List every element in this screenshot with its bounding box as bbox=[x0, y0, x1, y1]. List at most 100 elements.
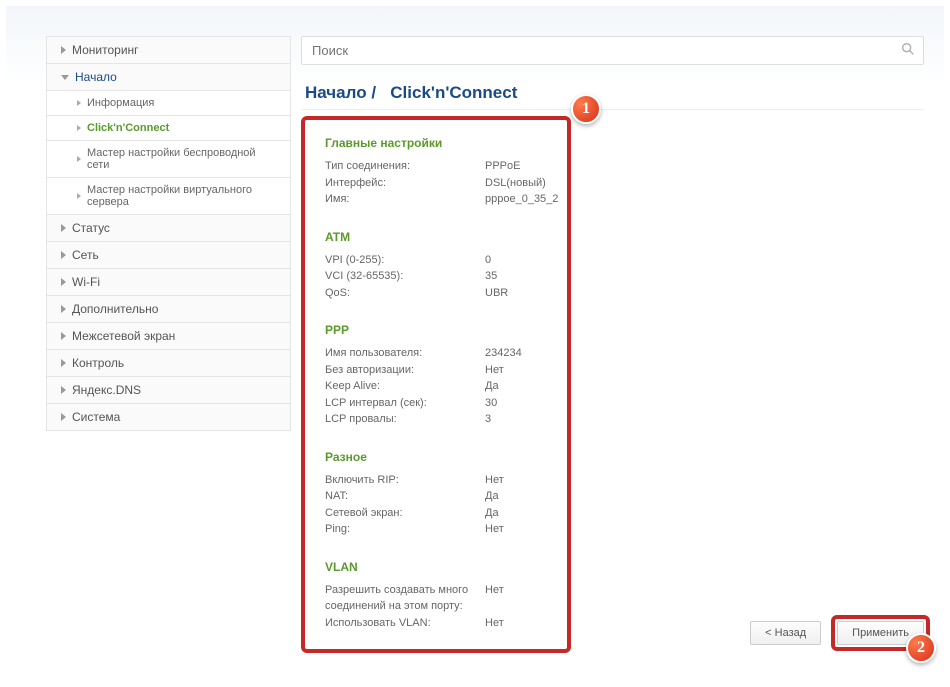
chevron-right-icon bbox=[77, 156, 81, 162]
sidebar-item-label: Сеть bbox=[72, 248, 99, 262]
kv-value: Нет bbox=[485, 472, 547, 489]
kv-value: 35 bbox=[485, 268, 547, 285]
kv-key: VPI (0-255): bbox=[325, 252, 485, 269]
chevron-right-icon bbox=[77, 100, 81, 106]
kv-key: Сетевой экран: bbox=[325, 505, 485, 522]
main-content: Начало / Click'n'Connect Главные настрой… bbox=[301, 36, 924, 653]
kv-key: Keep Alive: bbox=[325, 378, 485, 395]
chevron-right-icon bbox=[77, 125, 81, 131]
kv-row: Сетевой экран:Да bbox=[325, 505, 547, 522]
breadcrumb-root[interactable]: Начало bbox=[305, 83, 367, 102]
kv-row: Интерфейс:DSL(новый) bbox=[325, 175, 547, 192]
chevron-right-icon bbox=[61, 386, 66, 394]
section-vlan: VLAN Разрешить создавать много соединени… bbox=[325, 560, 547, 632]
kv-row: LCP провалы:3 bbox=[325, 411, 547, 428]
sidebar-sub-wireless-wizard[interactable]: Мастер настройки беспроводной сети bbox=[46, 141, 291, 178]
section-misc: Разное Включить RIP:Нет NAT:Да Сетевой э… bbox=[325, 450, 547, 538]
section-title: ATM bbox=[325, 230, 547, 244]
sidebar-item-wifi[interactable]: Wi-Fi bbox=[46, 269, 291, 296]
sidebar-item-label: Дополнительно bbox=[72, 302, 158, 316]
kv-value: Нет bbox=[485, 582, 547, 615]
sidebar-item-network[interactable]: Сеть bbox=[46, 242, 291, 269]
kv-value: Да bbox=[485, 488, 547, 505]
sidebar-item-firewall[interactable]: Межсетевой экран bbox=[46, 323, 291, 350]
annotation-badge-1: 1 bbox=[571, 94, 601, 124]
sidebar-item-label: Система bbox=[72, 410, 120, 424]
sidebar-item-label: Статус bbox=[72, 221, 110, 235]
sidebar-item-start[interactable]: Начало bbox=[46, 64, 291, 91]
kv-value: DSL(новый) bbox=[485, 175, 547, 192]
sidebar-item-label: Wi-Fi bbox=[72, 275, 100, 289]
search-input[interactable] bbox=[301, 36, 924, 65]
sidebar-item-system[interactable]: Система bbox=[46, 404, 291, 431]
sidebar-item-yandexdns[interactable]: Яндекс.DNS bbox=[46, 377, 291, 404]
divider bbox=[301, 109, 924, 110]
kv-key: Без авторизации: bbox=[325, 362, 485, 379]
sidebar-sub-label: Информация bbox=[87, 97, 154, 109]
kv-row: Keep Alive:Да bbox=[325, 378, 547, 395]
section-title: PPP bbox=[325, 323, 547, 337]
kv-row: VPI (0-255):0 bbox=[325, 252, 547, 269]
kv-row: Без авторизации:Нет bbox=[325, 362, 547, 379]
sidebar-sub-label: Мастер настройки виртуального сервера bbox=[87, 184, 280, 208]
kv-key: Интерфейс: bbox=[325, 175, 485, 192]
kv-row: Разрешить создавать много соединений на … bbox=[325, 582, 547, 615]
kv-key: NAT: bbox=[325, 488, 485, 505]
chevron-right-icon bbox=[61, 413, 66, 421]
sidebar-sub-virtual-server-wizard[interactable]: Мастер настройки виртуального сервера bbox=[46, 178, 291, 215]
kv-key: Ping: bbox=[325, 521, 485, 538]
kv-row: Включить RIP:Нет bbox=[325, 472, 547, 489]
section-title: VLAN bbox=[325, 560, 547, 574]
chevron-right-icon bbox=[61, 359, 66, 367]
sidebar-item-label: Мониторинг bbox=[72, 43, 139, 57]
chevron-right-icon bbox=[61, 332, 66, 340]
sidebar-item-label: Межсетевой экран bbox=[72, 329, 175, 343]
kv-key: Включить RIP: bbox=[325, 472, 485, 489]
kv-key: LCP провалы: bbox=[325, 411, 485, 428]
kv-key: QoS: bbox=[325, 285, 485, 302]
sidebar-item-label: Контроль bbox=[72, 356, 124, 370]
kv-row: Тип соединения:PPPoE bbox=[325, 158, 547, 175]
footer-buttons: < Назад Применить bbox=[750, 615, 930, 651]
sidebar-item-label: Начало bbox=[75, 70, 117, 84]
chevron-down-icon bbox=[61, 75, 69, 80]
chevron-right-icon bbox=[61, 46, 66, 54]
kv-value: Да bbox=[485, 505, 547, 522]
sidebar-item-advanced[interactable]: Дополнительно bbox=[46, 296, 291, 323]
chevron-right-icon bbox=[61, 251, 66, 259]
sidebar-item-status[interactable]: Статус bbox=[46, 215, 291, 242]
sidebar-item-monitoring[interactable]: Мониторинг bbox=[46, 36, 291, 64]
kv-value: PPPoE bbox=[485, 158, 547, 175]
kv-value: 30 bbox=[485, 395, 547, 412]
section-ppp: PPP Имя пользователя:234234 Без авториза… bbox=[325, 323, 547, 428]
summary-panel: Главные настройки Тип соединения:PPPoE И… bbox=[301, 116, 571, 653]
kv-value: pppoe_0_35_2 bbox=[485, 191, 558, 208]
breadcrumb: Начало / Click'n'Connect bbox=[301, 83, 924, 103]
section-title: Разное bbox=[325, 450, 547, 464]
section-atm: ATM VPI (0-255):0 VCI (32-65535):35 QoS:… bbox=[325, 230, 547, 302]
sidebar-sub-clicknconnect[interactable]: Click'n'Connect bbox=[46, 116, 291, 141]
sidebar-item-control[interactable]: Контроль bbox=[46, 350, 291, 377]
section-main-settings: Главные настройки Тип соединения:PPPoE И… bbox=[325, 136, 547, 208]
kv-value: Да bbox=[485, 378, 547, 395]
section-title: Главные настройки bbox=[325, 136, 547, 150]
kv-key: Разрешить создавать много соединений на … bbox=[325, 582, 485, 615]
sidebar-sub-label: Click'n'Connect bbox=[87, 122, 169, 134]
kv-row: LCP интервал (сек):30 bbox=[325, 395, 547, 412]
kv-row: Ping:Нет bbox=[325, 521, 547, 538]
sidebar: Мониторинг Начало Информация Click'n'Con… bbox=[46, 36, 291, 653]
sidebar-item-label: Яндекс.DNS bbox=[72, 383, 141, 397]
sidebar-sub-label: Мастер настройки беспроводной сети bbox=[87, 147, 280, 171]
kv-key: Имя: bbox=[325, 191, 485, 208]
back-button[interactable]: < Назад bbox=[750, 621, 821, 645]
kv-value: Нет bbox=[485, 521, 547, 538]
kv-key: Имя пользователя: bbox=[325, 345, 485, 362]
annotation-badge-2: 2 bbox=[906, 633, 936, 663]
kv-value: 3 bbox=[485, 411, 547, 428]
kv-key: LCP интервал (сек): bbox=[325, 395, 485, 412]
search-icon bbox=[900, 41, 916, 57]
kv-value: Нет bbox=[485, 362, 547, 379]
breadcrumb-sep: / bbox=[371, 83, 376, 102]
kv-key: VCI (32-65535): bbox=[325, 268, 485, 285]
sidebar-sub-information[interactable]: Информация bbox=[46, 91, 291, 116]
